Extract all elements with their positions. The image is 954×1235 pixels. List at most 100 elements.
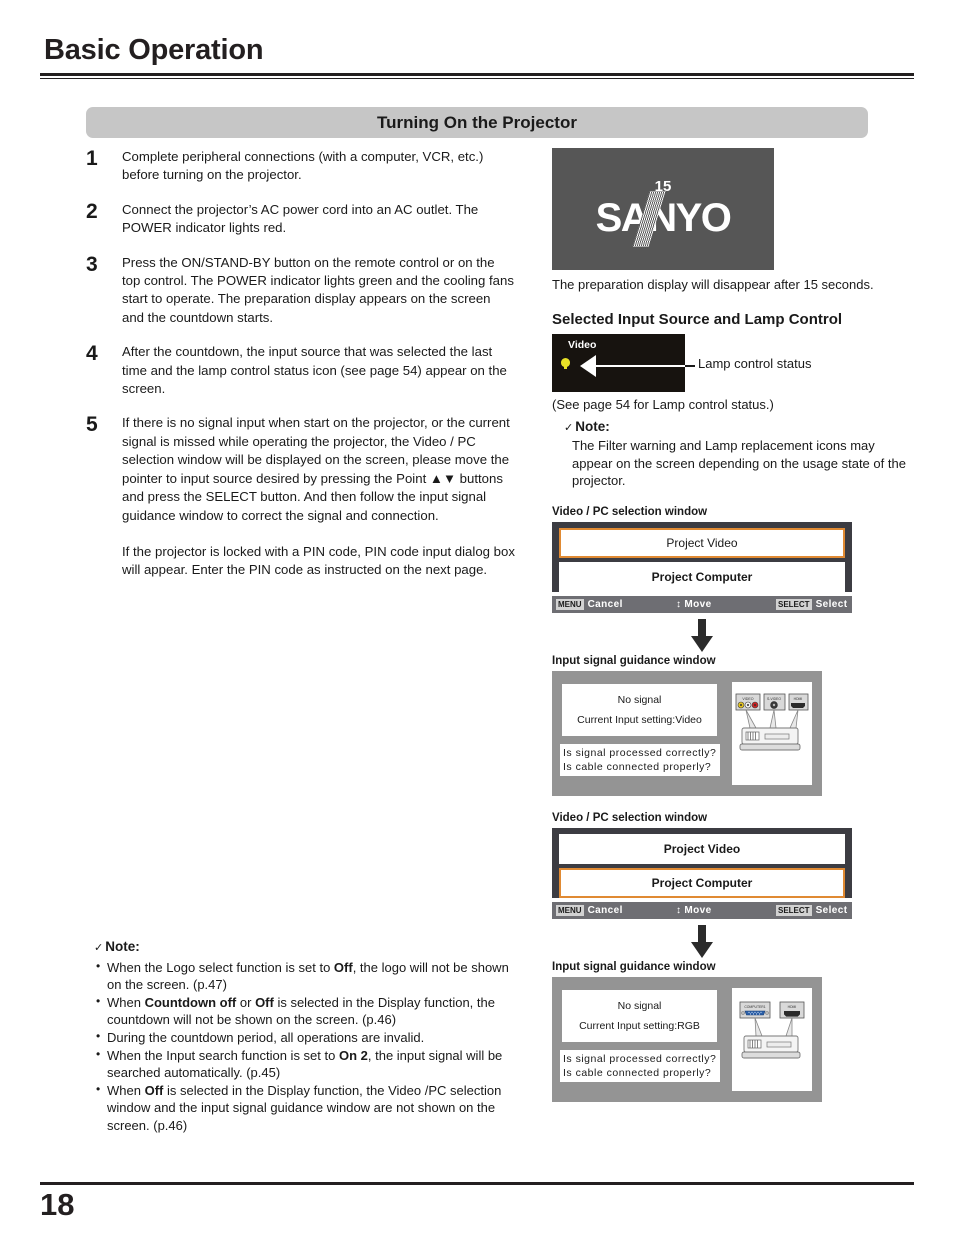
selection-window-1-caption: Video / PC selection window: [552, 505, 708, 518]
note-heading-label: Note:: [105, 939, 140, 954]
step-text: Press the ON/STAND-BY button on the remo…: [122, 254, 514, 325]
lamp-status-illustration: Video Lamp control status: [552, 334, 912, 392]
step-2: 2 Connect the projector’s AC power cord …: [86, 201, 516, 238]
guidance-window-1-caption: Input signal guidance window: [552, 654, 716, 667]
projector-illustration: [741, 1035, 801, 1059]
osd-option-project-video[interactable]: Project Video: [559, 527, 845, 558]
step-text: Connect the projector’s AC power cord in…: [122, 201, 479, 236]
hdmi-connector-icon: HDMI: [788, 693, 809, 711]
note-body: The Filter warning and Lamp replacement …: [572, 438, 906, 489]
header-rule-thin: [40, 78, 914, 79]
leader-lines: [745, 709, 799, 729]
guidance-message-box: No signal Current Input setting:Video: [562, 683, 717, 736]
step-number: 4: [86, 342, 98, 366]
section-banner: Turning On the Projector: [86, 107, 868, 138]
svg-text:COMPUTER1: COMPUTER1: [744, 1005, 765, 1009]
page-header: Basic Operation: [40, 34, 914, 79]
step-text: Complete peripheral connections (with a …: [122, 149, 484, 183]
menu-key-badge: MENU: [556, 598, 584, 610]
hdmi-connector-icon: HDMI: [779, 1001, 805, 1019]
leader-lines: [754, 1017, 793, 1037]
osd-input-box: Video: [552, 334, 686, 392]
select-key-badge: SELECT: [776, 904, 812, 916]
osd-input-label: Video: [568, 339, 597, 351]
guidance-window-2-caption: Input signal guidance window: [552, 960, 716, 973]
projector-illustration: [739, 727, 801, 751]
osd-option-project-computer[interactable]: Project Computer: [559, 561, 845, 592]
menu-key-badge: MENU: [556, 904, 584, 916]
s-video-connector-icon: S-VIDEO: [763, 693, 786, 711]
step-3: 3 Press the ON/STAND-BY button on the re…: [86, 254, 516, 328]
note-item: When the Input search function is set to…: [94, 1046, 524, 1082]
osd-hint-select-label: Select: [815, 904, 848, 916]
callout-line-outer: [685, 365, 695, 367]
header-rule-thick: [40, 73, 914, 76]
guidance-question-box: Is signal processed correctly? Is cable …: [560, 743, 720, 776]
guidance-no-signal-label: No signal: [617, 693, 662, 706]
left-note-block: ✓ Note: When the Logo select function is…: [94, 938, 524, 1135]
svg-text:VIDEO: VIDEO: [742, 697, 753, 701]
lamp-bulb-icon: [561, 358, 570, 369]
flow-arrow-2: [552, 924, 852, 959]
sanyo-logo: SANYO: [595, 190, 732, 247]
lamp-section-heading: Selected Input Source and Lamp Control: [552, 311, 843, 328]
callout-arrow-icon: [580, 355, 596, 377]
note-heading: ✓ Note:: [94, 938, 524, 958]
page-number: 18: [40, 1187, 75, 1222]
guidance-current-input-label: Current Input setting:RGB: [579, 1019, 700, 1032]
flow-arrow-1: [552, 618, 852, 653]
footer-rule: [40, 1182, 914, 1185]
video-pc-selection-window-1[interactable]: Project Video Project Computer: [552, 521, 852, 592]
page-footer: 18: [40, 1182, 914, 1223]
guidance-question-1: Is signal processed correctly?: [563, 1052, 717, 1065]
guidance-current-input-label: Current Input setting:Video: [577, 713, 702, 726]
connector-diagram-video: VIDEO S-VIDEO HDMI: [732, 681, 812, 785]
svg-text:S-VIDEO: S-VIDEO: [767, 697, 781, 701]
sanyo-logo-text: SANYO: [595, 195, 732, 240]
guidance-question-2: Is cable connected properly?: [563, 1066, 712, 1079]
osd-hint-cancel[interactable]: MENU Cancel: [556, 904, 676, 916]
right-column: 15 SANYO The preparation display will di…: [552, 148, 912, 1102]
guidance-no-signal-label: No signal: [617, 999, 662, 1012]
step-5-secondary-text: If the projector is locked with a PIN co…: [122, 543, 515, 578]
check-icon: ✓: [94, 942, 104, 954]
up-down-arrow-icon: ↕: [676, 904, 682, 916]
osd-hint-select-label: Select: [815, 598, 848, 610]
left-column: 1 Complete peripheral connections (with …: [86, 148, 516, 596]
step-number: 3: [86, 252, 98, 276]
see-page-reference: (See page 54 for Lamp control status.): [552, 397, 774, 412]
osd-hint-bar-2: MENU Cancel ↕ Move SELECT Select: [552, 901, 852, 919]
lamp-callout-label: Lamp control status: [698, 356, 812, 371]
step-5: 5 If there is no signal input when start…: [86, 414, 516, 579]
step-number: 2: [86, 199, 98, 223]
guidance-question-2: Is cable connected properly?: [563, 760, 712, 773]
step-number: 5: [86, 413, 98, 437]
note-heading: ✓ Note:: [564, 418, 912, 437]
video-pc-selection-window-2[interactable]: Project Video Project Computer: [552, 827, 852, 898]
selection-window-2-caption: Video / PC selection window: [552, 811, 708, 824]
step-number: 1: [86, 147, 98, 170]
osd-option-project-video[interactable]: Project Video: [559, 833, 845, 864]
osd-hint-select[interactable]: SELECT Select: [776, 904, 848, 916]
note-item: When the Logo select function is set to …: [94, 958, 524, 994]
preparation-display-caption: The preparation display will disappear a…: [552, 277, 874, 292]
svg-text:HDMI: HDMI: [788, 1005, 797, 1009]
guidance-question-box: Is signal processed correctly? Is cable …: [560, 1049, 720, 1082]
osd-hint-cancel-label: Cancel: [587, 904, 623, 916]
note-item: When Off is selected in the Display func…: [94, 1081, 524, 1135]
step-1: 1 Complete peripheral connections (with …: [86, 148, 516, 185]
check-icon: ✓: [564, 422, 574, 434]
osd-hint-move: ↕ Move: [676, 905, 776, 916]
osd-hint-move-label: Move: [684, 598, 712, 610]
svg-text:HDMI: HDMI: [794, 697, 803, 701]
note-item: When Countdown off or Off is selected in…: [94, 993, 524, 1029]
step-text: After the countdown, the input source th…: [122, 344, 507, 397]
osd-hint-cancel[interactable]: MENU Cancel: [556, 598, 676, 610]
note-item: During the countdown period, all operati…: [94, 1028, 524, 1047]
note-list: When the Logo select function is set to …: [94, 958, 524, 1135]
step-4: 4 After the countdown, the input source …: [86, 343, 516, 398]
osd-hint-select[interactable]: SELECT Select: [776, 598, 848, 610]
osd-option-project-computer[interactable]: Project Computer: [559, 867, 845, 898]
callout-line-inner: [588, 365, 686, 367]
right-note-block: ✓ Note: The Filter warning and Lamp repl…: [552, 418, 912, 490]
